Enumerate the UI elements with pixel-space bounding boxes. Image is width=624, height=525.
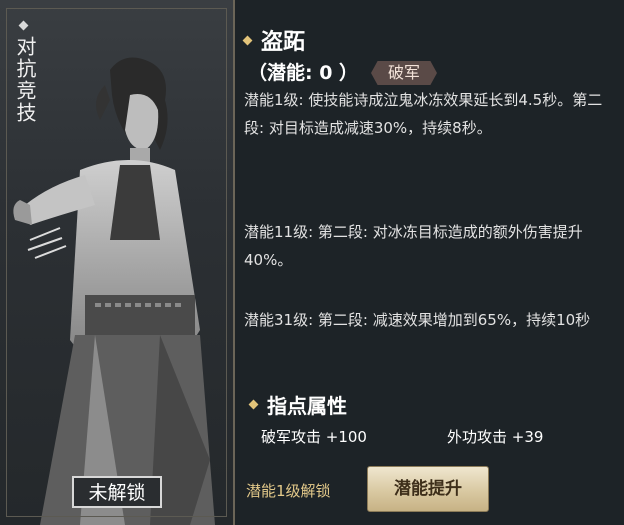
character-card: 对抗竞技 未解锁 xyxy=(0,0,235,525)
skill-detail-panel: 盗跖 （潜能: 0 ） 破军 潜能1级: 使技能诗成泣鬼冰冻效果延长到4.5秒。… xyxy=(236,0,624,525)
title-diamond-icon xyxy=(242,35,253,45)
attr-diamond-icon xyxy=(248,399,259,410)
skill-type-badge: 破军 xyxy=(371,61,437,85)
potential-desc-1: 潜能1级: 使技能诗成泣鬼冰冻效果延长到4.5秒。第二段: 对目标造成减速30%… xyxy=(244,91,603,137)
skill-title: 盗跖 xyxy=(242,24,306,56)
card-frame xyxy=(6,8,227,517)
unlock-requirement: 潜能1级解锁 xyxy=(246,482,331,500)
potential-level: （潜能: 0 ） xyxy=(248,62,359,84)
mode-tag: 对抗竞技 xyxy=(13,36,37,124)
attribute-external-attack: 外功攻击 +39 xyxy=(447,428,544,446)
attributes-title: 指点属性 xyxy=(248,390,347,419)
skill-name: 盗跖 xyxy=(261,30,306,55)
potential-desc-11: 潜能11级: 第二段: 对冰冻目标造成的额外伤害提升40%。 xyxy=(244,223,583,269)
attributes-title-label: 指点属性 xyxy=(267,394,347,418)
potential-upgrade-button[interactable]: 潜能提升 xyxy=(367,466,489,512)
potential-desc-31: 潜能31级: 第二段: 减速效果增加到65%，持续10秒 xyxy=(244,311,591,329)
attribute-breaker-attack: 破军攻击 +100 xyxy=(261,428,367,446)
locked-status: 未解锁 xyxy=(72,476,162,508)
